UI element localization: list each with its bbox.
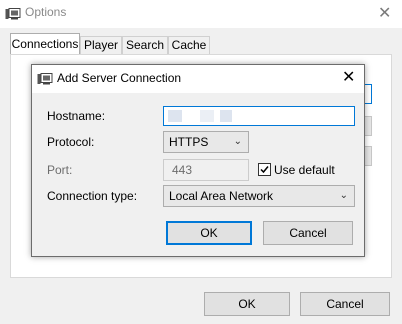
tab-connections[interactable]: Connections <box>10 33 80 55</box>
use-default-checkbox[interactable] <box>258 163 271 176</box>
protocol-value: HTTPS <box>169 135 209 149</box>
app-server-icon <box>37 73 53 85</box>
dialog-cancel-button[interactable]: Cancel <box>263 221 353 245</box>
chevron-down-icon: ⌄ <box>233 136 242 147</box>
chevron-down-icon: ⌄ <box>339 190 348 201</box>
panel-control-edge <box>364 84 372 104</box>
protocol-label: Protocol: <box>47 135 95 149</box>
panel-control-edge <box>364 146 372 166</box>
port-label: Port: <box>47 163 73 177</box>
options-titlebar: Options ✕ <box>0 0 402 28</box>
port-input[interactable]: 443 <box>163 159 249 181</box>
hostname-input[interactable] <box>163 106 355 126</box>
checkmark-icon <box>260 166 269 174</box>
protocol-select[interactable]: HTTPS ⌄ <box>163 131 249 153</box>
redacted-block <box>168 110 182 122</box>
close-icon[interactable]: ✕ <box>342 70 355 86</box>
redacted-block <box>200 110 214 122</box>
dialog-ok-button[interactable]: OK <box>166 221 252 245</box>
dialog-titlebar: Add Server Connection ✕ <box>32 65 364 93</box>
options-cancel-button[interactable]: Cancel <box>300 292 390 316</box>
dialog-title: Add Server Connection <box>57 71 182 85</box>
tab-cache[interactable]: Cache <box>168 36 210 54</box>
add-server-dialog: Add Server Connection ✕ Hostname: Protoc… <box>31 64 365 257</box>
close-icon[interactable]: ✕ <box>378 6 391 22</box>
panel-control-edge <box>364 116 372 136</box>
connection-type-value: Local Area Network <box>169 189 274 203</box>
redacted-block <box>220 110 232 122</box>
connection-type-select[interactable]: Local Area Network ⌄ <box>163 185 355 207</box>
connection-type-label: Connection type: <box>47 189 138 203</box>
options-title: Options <box>25 5 67 19</box>
hostname-label: Hostname: <box>47 109 106 123</box>
tab-player[interactable]: Player <box>80 36 122 54</box>
tab-search[interactable]: Search <box>122 36 168 54</box>
use-default-label[interactable]: Use default <box>274 163 335 177</box>
options-ok-button[interactable]: OK <box>204 292 290 316</box>
app-server-icon <box>5 8 21 20</box>
